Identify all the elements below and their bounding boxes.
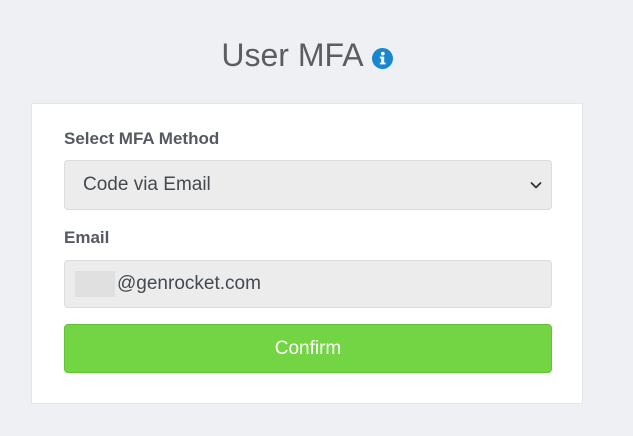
confirm-button[interactable]: Confirm — [64, 324, 552, 373]
mfa-method-select[interactable]: Code via Email — [64, 160, 552, 210]
redacted-email-prefix — [75, 271, 115, 297]
page-header: User MFA — [0, 30, 614, 80]
info-circle-icon[interactable] — [371, 47, 393, 69]
page-title: User MFA — [221, 37, 364, 73]
chevron-down-icon — [529, 178, 543, 192]
mfa-method-label: Select MFA Method — [64, 129, 220, 148]
email-field[interactable]: @genrocket.com — [64, 260, 552, 308]
email-label: Email — [64, 228, 110, 247]
email-field-value: @genrocket.com — [117, 273, 261, 294]
mfa-form-card: Select MFA Method Code via Email Email @… — [31, 103, 583, 404]
mfa-method-selected-value: Code via Email — [83, 174, 211, 195]
